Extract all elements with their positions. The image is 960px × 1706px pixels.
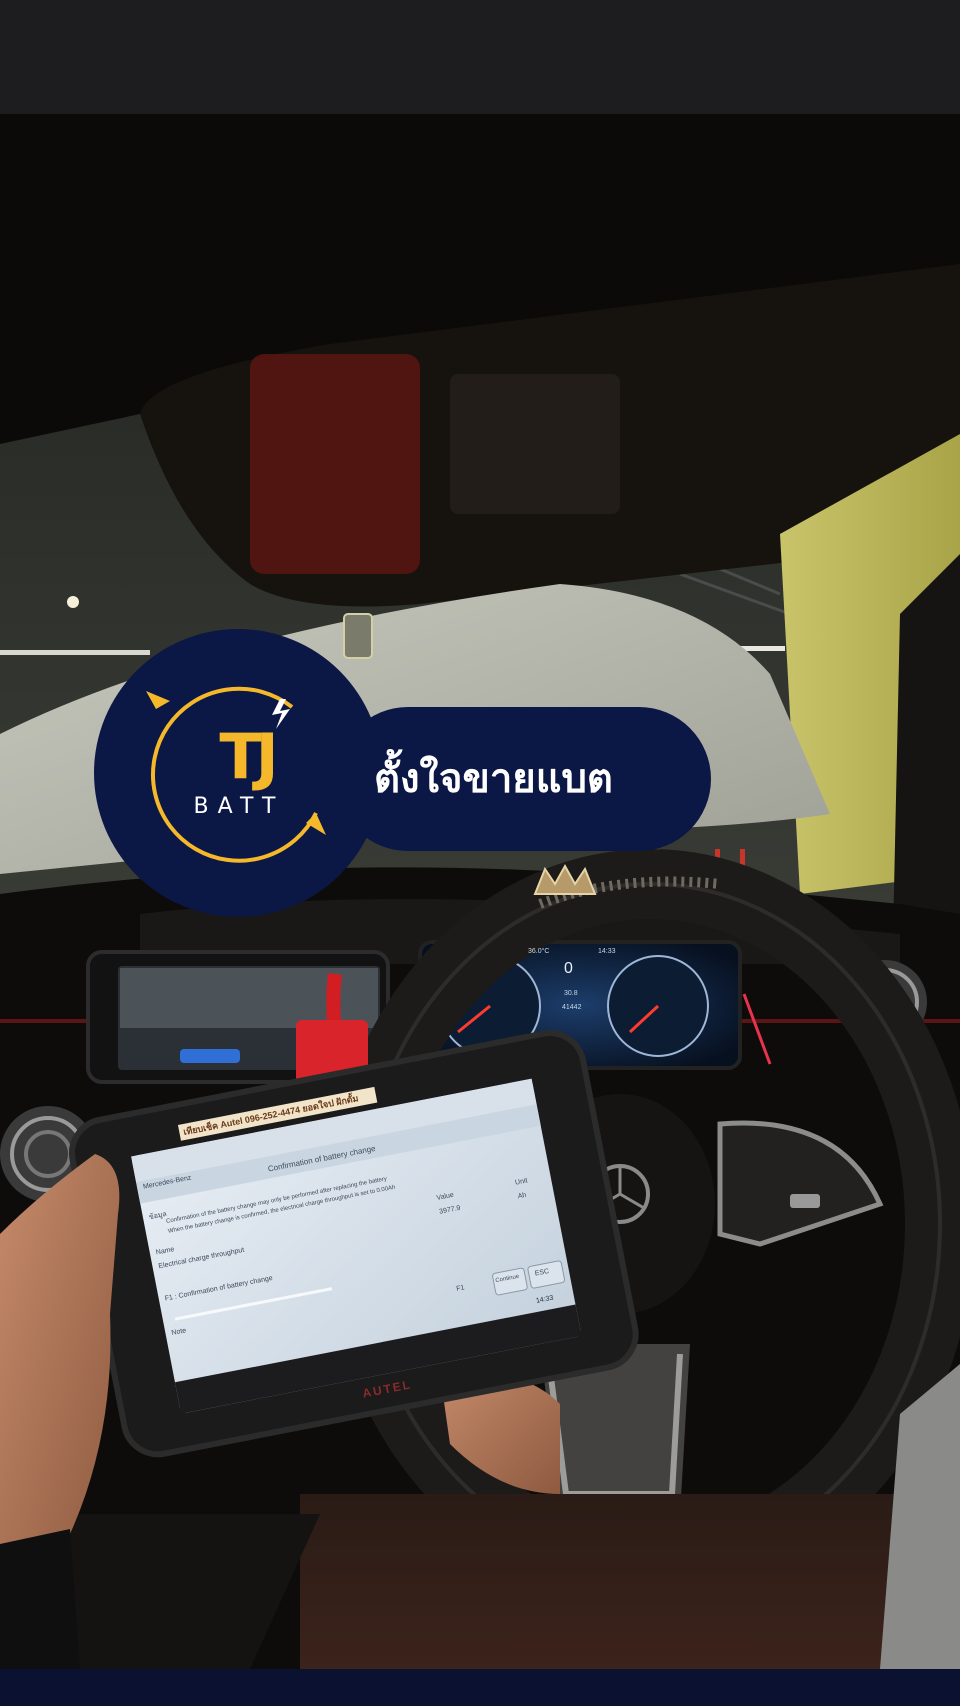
garage-light <box>67 596 79 608</box>
cluster-temperature: 36.0°C <box>528 948 550 955</box>
car-interior-photo: เทียบเช็ค Autel 096-252-4474 ยอดใจป ฝักด… <box>0 114 960 1669</box>
cluster-time: 14:33 <box>598 948 616 955</box>
parked-car-badge <box>343 613 373 659</box>
bottom-bar <box>0 1669 960 1706</box>
top-bar <box>0 0 960 114</box>
visor-sticker <box>250 354 420 574</box>
car-interior-scene <box>0 114 960 1669</box>
cluster-speed: 0 <box>564 960 573 977</box>
floor <box>300 1494 960 1669</box>
cluster-trip: 30.8 <box>564 990 578 997</box>
crown-ornament <box>533 863 597 895</box>
garage-light <box>0 650 150 655</box>
cluster-odometer: 41442 <box>562 1004 582 1011</box>
